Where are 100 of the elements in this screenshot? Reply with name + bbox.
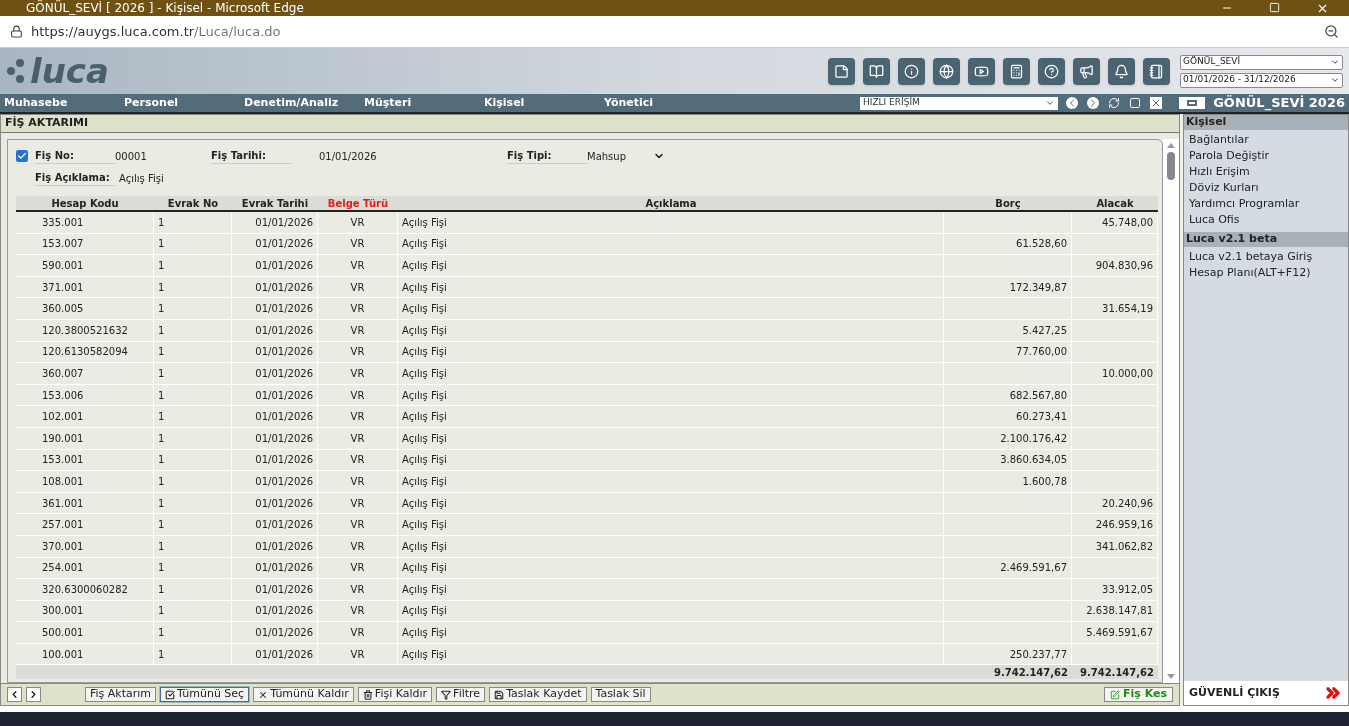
table-cell: VR [318,427,398,449]
quick-access-select[interactable]: HIZLI ERİŞİM [860,96,1058,110]
table-cell: 1 [154,298,232,319]
table-cell: Açılış Fişi [398,319,944,341]
nav-menu-item[interactable]: Yönetici [600,94,720,112]
table-cell: 1 [154,449,232,471]
x-icon [258,689,269,700]
column-header[interactable]: Borç [944,195,1072,211]
action-button[interactable]: Tümünü Kaldır [253,687,354,702]
table-cell: 370.001 [16,535,154,557]
nav-menu-item[interactable]: Denetim/Analiz [240,94,360,112]
maximize-icon[interactable] [1269,1,1280,13]
window-title: GÖNÜL_SEVİ [ 2026 ] - Kişisel - Microsoft Edge [25,0,304,16]
previous-button[interactable] [7,687,22,702]
user-title: GÖNÜL_SEVİ 2026 [1213,94,1346,113]
table-cell: 01/01/2026 [232,579,318,600]
table-cell: 10.000,00 [1072,363,1158,384]
table-cell: 1 [154,276,232,298]
refresh-icon[interactable] [1108,97,1120,109]
sidebar-item[interactable]: Parola Değiştir [1184,148,1348,164]
table-cell: Açılış Fişi [398,384,944,406]
table-cell: VR [318,319,398,341]
action-button[interactable]: Tümünü Seç [160,687,250,702]
sidebar-item[interactable]: Hızlı Erişim [1184,164,1348,180]
table-cell: VR [318,600,398,622]
table-cell: 1 [154,319,232,341]
table-cell: 01/01/2026 [232,406,318,427]
toolbar-button[interactable] [828,57,855,85]
nav-menu-item[interactable]: Müşteri [360,94,480,112]
type-select[interactable]: Mahsup [587,148,665,164]
sidebar-item[interactable]: Bağlantılar [1184,132,1348,148]
edit-icon [1110,689,1120,700]
table-cell: 01/01/2026 [232,492,318,514]
table-cell: 341.062,82 [1072,535,1158,557]
table-cell: 1 [154,255,232,276]
action-button[interactable]: Taslak Kaydet [489,687,587,702]
toolbar-button[interactable] [1003,57,1030,85]
back-icon[interactable] [1066,97,1078,109]
scrollbar[interactable] [1163,139,1179,683]
select-field[interactable]: GÖNÜL_SEVİ [1180,54,1343,70]
toolbar-button[interactable] [1143,57,1170,85]
table-cell: 153.006 [16,384,154,406]
action-button[interactable]: Fiş Aktarım [85,687,157,702]
toolbar-button[interactable] [1038,57,1065,85]
sidebar-item[interactable]: Luca v2.1 betaya Giriş [1184,249,1348,265]
table-cell: 2.469.591,67 [944,557,1072,579]
table-cell: Açılış Fişi [398,363,944,384]
bell-icon [1114,63,1129,79]
next-button[interactable] [26,687,41,702]
column-header[interactable]: Açıklama [398,195,944,211]
sidebar-item[interactable]: Hesap Planı(ALT+F12) [1184,265,1348,281]
column-header[interactable]: Evrak Tarihi [232,195,318,211]
toolbar-button[interactable] [1073,57,1100,85]
table-cell: VR [318,384,398,406]
column-header[interactable]: Evrak No [154,195,232,211]
window-icon[interactable] [1129,97,1141,109]
nav-menu-item[interactable]: Muhasebe [0,94,120,112]
sidebar-item[interactable]: Yardımcı Programlar [1184,196,1348,212]
table-cell: Açılış Fişi [398,471,944,492]
zoom-out-icon[interactable] [1324,24,1339,39]
table-cell: 1 [154,233,232,255]
column-header[interactable]: Alacak [1072,195,1158,211]
table-cell: 1 [154,643,232,665]
table-cell: 01/01/2026 [232,298,318,319]
url-text[interactable]: https://auygs.luca.com.tr/Luca/luca.do [31,21,281,42]
table-cell: Açılış Fişi [398,622,944,643]
table-cell: 1 [154,212,232,233]
checkbox[interactable] [16,150,28,162]
toolbar-button[interactable] [898,57,925,85]
table-cell: Açılış Fişi [398,255,944,276]
table-cell: 01/01/2026 [232,319,318,341]
logout-text: GÜVENLİ ÇIKIŞ [1189,684,1281,701]
table-cell: 01/01/2026 [232,535,318,557]
table-cell: 1 [154,514,232,535]
toolbar-button[interactable] [1108,57,1135,85]
toolbar-button[interactable] [933,57,960,85]
column-header[interactable]: Hesap Kodu [16,195,154,211]
screen-toggle-icon[interactable] [1179,97,1205,109]
forward-icon[interactable] [1087,97,1099,109]
nav-menu-item[interactable]: Personel [120,94,240,112]
info-icon [904,63,919,79]
close-icon[interactable] [1150,97,1162,109]
table-cell: 590.001 [16,255,154,276]
sidebar-item[interactable]: Döviz Kurları [1184,180,1348,196]
action-button[interactable]: Fişi Kaldır [357,687,433,702]
table-cell: 1 [154,535,232,557]
table-cell: 01/01/2026 [232,363,318,384]
field-label: Fiş Tipi: [507,148,587,164]
select-field[interactable]: 01/01/2026 - 31/12/2026 [1180,72,1343,88]
toolbar-button[interactable] [863,57,890,85]
table-cell: 2.100.176,42 [944,427,1072,449]
action-button[interactable]: Filtre [436,687,486,702]
sidebar-item[interactable]: Luca Ofis [1184,212,1348,228]
table-cell: VR [318,449,398,471]
toolbar-button[interactable] [968,57,995,85]
logout-bar[interactable]: GÜVENLİ ÇIKIŞ [1184,681,1348,705]
action-button[interactable]: Taslak Sil [590,687,651,702]
total-cell-text: 9.742.147,62 [992,665,1069,680]
issue-voucher-button[interactable]: Fiş Kes [1104,687,1173,702]
nav-menu-item[interactable]: Kişisel [480,94,600,112]
